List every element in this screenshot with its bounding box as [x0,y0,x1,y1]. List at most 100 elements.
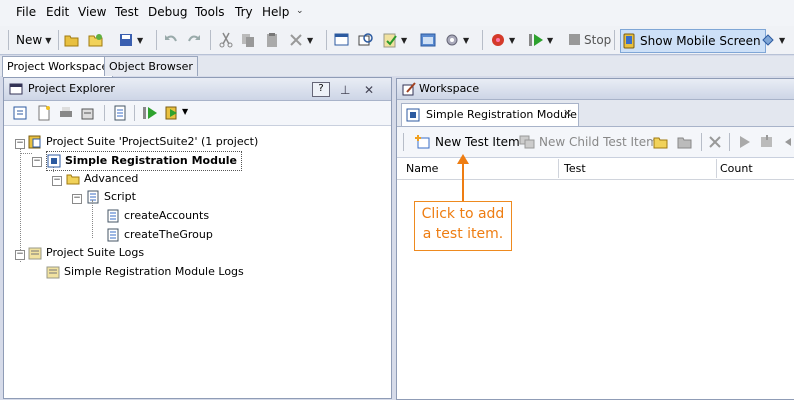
print-icon[interactable] [58,105,74,121]
toolbar-separator [701,133,702,151]
tree-node-suite[interactable]: Project Suite 'ProjectSuite2' (1 project… [28,133,258,151]
show-mobile-screen-label: Show Mobile Screen [640,34,761,48]
folder-open-icon[interactable] [653,134,669,150]
record-button[interactable]: ▼ [490,29,515,51]
new-document-icon[interactable] [36,105,52,121]
expander-advanced[interactable]: − [52,176,62,186]
cut-button[interactable] [218,29,234,51]
expander-suite-logs[interactable]: − [15,250,25,260]
extras-button[interactable]: ▼ [760,29,785,51]
tree-node-create-group[interactable]: createTheGroup [106,226,213,244]
scissors-icon [218,32,234,48]
log-folder-icon [28,246,42,260]
checkpoint-button[interactable]: ▼ [382,29,407,51]
callout-arrow [457,154,469,202]
new-child-test-item-button[interactable]: New Child Test Item [519,134,658,150]
tree-label-suite-logs: Project Suite Logs [46,246,145,259]
delete-button[interactable]: ▼ [288,29,313,51]
redo-button[interactable] [186,29,202,51]
pencil-icon [402,82,416,96]
menu-test[interactable]: Test [115,5,139,19]
run-item-icon[interactable] [737,134,753,150]
new-button[interactable]: New ▼ [16,29,51,51]
tree-node-module-logs[interactable]: Simple Registration Module Logs [46,263,244,281]
undo-button[interactable] [163,29,179,51]
delete-x-icon [288,32,304,48]
close-icon[interactable]: ✕ [364,79,374,101]
main-toolbar: New ▼ ▼ ▼ ▼ ▼ ▼ ▼ Stop Show Mobile Scree… [0,26,794,55]
run-selected-icon[interactable] [759,134,775,150]
tree-node-suite-logs[interactable]: Project Suite Logs [28,244,144,262]
close-tab-icon[interactable]: ✕ [563,107,572,120]
paste-button[interactable] [264,29,280,51]
delete-x-icon[interactable] [707,134,723,150]
tree-node-script[interactable]: Script [86,188,136,206]
new-child-test-item-label: New Child Test Item [539,135,658,149]
screen-capture-button[interactable] [420,29,436,51]
tree-label-advanced: Advanced [84,172,139,185]
stop-button[interactable]: Stop [567,29,611,51]
column-count[interactable]: Count [715,159,794,178]
column-name[interactable]: Name [401,159,559,178]
folder-gray-icon[interactable] [677,134,693,150]
run-button[interactable]: ▼ [528,29,553,51]
document-icon[interactable] [112,105,128,121]
menu-view[interactable]: View [78,5,106,19]
expander-suite[interactable]: − [15,139,25,149]
menu-tools[interactable]: Tools [195,5,225,19]
clipboard-icon [264,32,280,48]
menu-overflow-icon[interactable]: ⌄ [296,6,304,16]
options-button[interactable]: ▼ [444,29,469,51]
toolbar-separator [134,105,135,121]
tab-simple-registration-module[interactable]: Simple Registration Module ✕ [401,103,579,126]
more-icon[interactable] [783,134,794,150]
tree-node-module[interactable]: Simple Registration Module [46,151,243,171]
open-project-button[interactable] [88,29,104,51]
tree-node-advanced[interactable]: Advanced [66,170,138,188]
open-folder-button[interactable] [64,29,80,51]
expander-script[interactable]: − [72,194,82,204]
tree-node-create-accounts[interactable]: createAccounts [106,207,209,225]
chevron-down-icon: ▼ [45,35,52,45]
chevron-down-icon: ▼ [463,35,470,45]
folder-open-icon [66,172,80,186]
pin-icon[interactable]: ⊥ [340,79,350,101]
tab-object-browser[interactable]: Object Browser [104,56,198,76]
screenshot-icon [420,32,436,48]
log-icon [46,265,60,279]
script-icon [86,190,100,204]
new-test-item-button[interactable]: New Test Item [415,134,520,150]
menu-bar: File Edit View Test Debug Tools Try Help… [0,0,794,27]
menu-file[interactable]: File [16,5,36,19]
copy-button[interactable] [240,29,256,51]
save-button[interactable]: ▼ [118,29,143,51]
project-node-icon[interactable] [12,105,28,121]
expander-module[interactable]: − [32,157,42,167]
folder-star-icon [88,32,104,48]
new-test-item-label: New Test Item [435,135,520,149]
new-child-item-icon [519,134,535,150]
menu-help[interactable]: Help [262,5,289,19]
object-spy-button[interactable] [358,29,374,51]
record-script-button[interactable] [334,29,350,51]
run-suite-icon[interactable] [164,105,180,121]
chevron-down-icon[interactable]: ▼ [182,107,188,116]
menu-debug[interactable]: Debug [148,5,187,19]
explorer-panel-icon [9,82,23,96]
workspace-title: Workspace [419,82,480,95]
project-explorer-header: Project Explorer ? ⊥ ✕ [4,78,391,101]
tab-project-workspace[interactable]: Project Workspace [2,56,114,77]
tree-label-create-accounts: createAccounts [124,209,210,222]
chevron-down-icon: ▼ [401,35,408,45]
menu-try[interactable]: Try [235,5,253,19]
run-project-icon[interactable] [142,105,158,121]
menu-edit[interactable]: Edit [46,5,69,19]
toolbar-grip [8,30,9,50]
show-mobile-screen-button[interactable]: Show Mobile Screen [620,29,766,53]
help-button[interactable]: ? [312,82,330,97]
record-icon [490,32,506,48]
chevron-down-icon: ▼ [779,35,786,45]
edit-item-icon[interactable] [80,105,96,121]
project-suite-icon [28,135,42,149]
column-test[interactable]: Test [559,159,717,178]
